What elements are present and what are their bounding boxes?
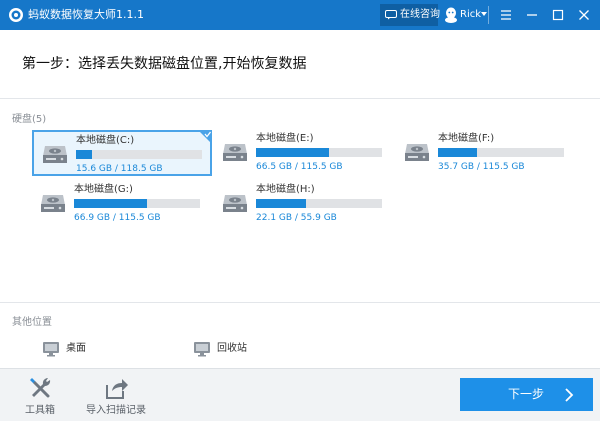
chat-icon (385, 10, 397, 20)
disk-usage-bar (74, 199, 200, 208)
disk-usage-bar (256, 199, 382, 208)
next-step-button[interactable]: 下一步 (460, 378, 593, 411)
hard-drive-icon (223, 144, 247, 161)
import-scan-record-label: 导入扫描记录 (86, 405, 146, 416)
monitor-icon (43, 342, 59, 357)
disk-item[interactable]: 本地磁盘(E:) 66.5 GB / 115.5 GB (214, 130, 394, 176)
hard-drive-icon (43, 146, 67, 163)
disk-name: 本地磁盘(E:) (256, 133, 314, 144)
location-desktop[interactable]: 桌面 (42, 340, 122, 358)
disk-usage-fill (256, 148, 329, 157)
hard-drive-icon (405, 144, 429, 161)
hard-drive-icon (41, 195, 65, 212)
header-divider (0, 98, 600, 99)
titlebar-separator (488, 6, 489, 24)
minimize-icon[interactable] (523, 6, 541, 24)
step-title: 第一步：选择丢失数据磁盘位置,开始恢复数据 (22, 56, 307, 72)
disk-usage-fill (438, 148, 477, 157)
chevron-right-icon (565, 388, 574, 402)
disk-usage-bar (256, 148, 382, 157)
disk-size: 66.5 GB / 115.5 GB (256, 162, 343, 172)
monitor-icon (194, 342, 210, 357)
disk-item[interactable]: 本地磁盘(C:) 15.6 GB / 118.5 GB (32, 130, 212, 176)
disk-name: 本地磁盘(C:) (76, 135, 135, 146)
section-divider (0, 302, 600, 303)
maximize-icon[interactable] (549, 6, 567, 24)
disk-usage-bar (438, 148, 564, 157)
disk-item[interactable]: 本地磁盘(H:) 22.1 GB / 55.9 GB (214, 181, 394, 227)
disks-section-label: 硬盘(5) (12, 114, 47, 125)
disk-item[interactable]: 本地磁盘(F:) 35.7 GB / 115.5 GB (396, 130, 576, 176)
title-bar: 蚂蚁数据恢复大师1.1.1 在线咨询 Rick (0, 0, 600, 30)
online-consult-label: 在线咨询 (400, 9, 440, 20)
app-logo-icon (9, 8, 23, 22)
tools-icon (30, 377, 51, 398)
user-avatar-icon[interactable] (444, 7, 458, 23)
disk-usage-fill (256, 199, 306, 208)
location-label: 回收站 (217, 343, 247, 354)
disk-usage-bar (76, 150, 202, 159)
disk-name: 本地磁盘(H:) (256, 184, 315, 195)
close-icon[interactable] (575, 6, 593, 24)
location-recycle-bin[interactable]: 回收站 (193, 340, 273, 358)
hard-drive-icon (223, 195, 247, 212)
disk-usage-fill (76, 150, 92, 159)
disk-size: 66.9 GB / 115.5 GB (74, 213, 161, 223)
disk-usage-fill (74, 199, 147, 208)
menu-icon[interactable] (497, 6, 515, 24)
chevron-down-icon[interactable] (481, 12, 487, 17)
toolbox-button[interactable]: 工具箱 (22, 374, 58, 417)
disk-size: 35.7 GB / 115.5 GB (438, 162, 525, 172)
disk-size: 15.6 GB / 118.5 GB (76, 164, 163, 174)
export-share-icon (106, 379, 128, 399)
toolbox-label: 工具箱 (25, 405, 55, 416)
app-title: 蚂蚁数据恢复大师1.1.1 (28, 8, 144, 21)
other-section-label: 其他位置 (12, 317, 52, 328)
import-scan-record-button[interactable]: 导入扫描记录 (84, 374, 148, 417)
user-name[interactable]: Rick (460, 8, 481, 22)
disk-name: 本地磁盘(F:) (438, 133, 495, 144)
disk-size: 22.1 GB / 55.9 GB (256, 213, 337, 223)
disk-name: 本地磁盘(G:) (74, 184, 133, 195)
selected-check-icon (198, 130, 212, 144)
next-step-label: 下一步 (508, 387, 545, 401)
disk-item[interactable]: 本地磁盘(G:) 66.9 GB / 115.5 GB (32, 181, 212, 227)
location-label: 桌面 (66, 343, 86, 354)
